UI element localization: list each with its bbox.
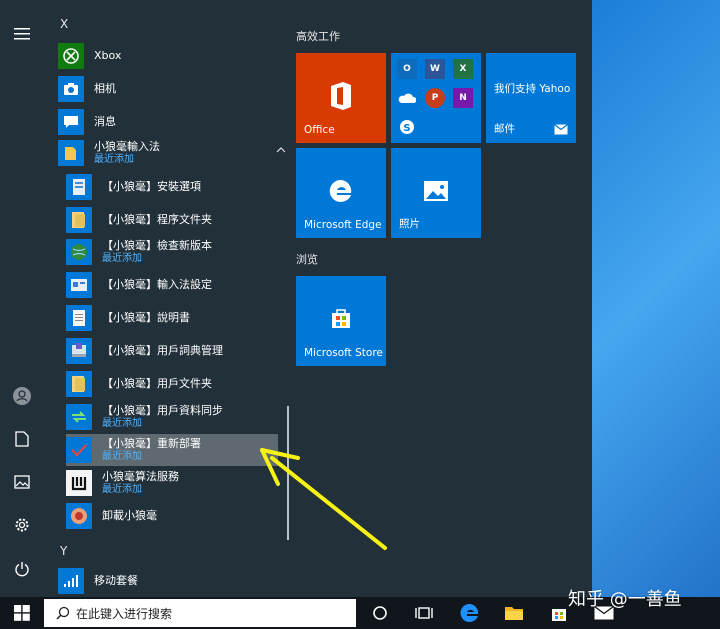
cortana-icon [373, 606, 387, 620]
task-view-icon [415, 607, 433, 619]
search-icon [56, 606, 70, 620]
folder-icon [505, 607, 523, 620]
start-button[interactable] [10, 601, 34, 625]
store-icon [552, 609, 566, 621]
edge-taskbar-button[interactable] [458, 601, 482, 625]
annotation-arrow [260, 448, 387, 550]
windows-icon [14, 605, 30, 621]
search-input[interactable]: 在此键入进行搜索 [44, 599, 356, 627]
task-view-button[interactable] [412, 601, 436, 625]
file-explorer-button[interactable] [502, 601, 526, 625]
edge-icon [460, 603, 479, 622]
cortana-button[interactable] [368, 601, 392, 625]
watermark: 知乎 @一善鱼 [568, 589, 682, 610]
search-placeholder: 在此键入进行搜索 [76, 606, 173, 621]
